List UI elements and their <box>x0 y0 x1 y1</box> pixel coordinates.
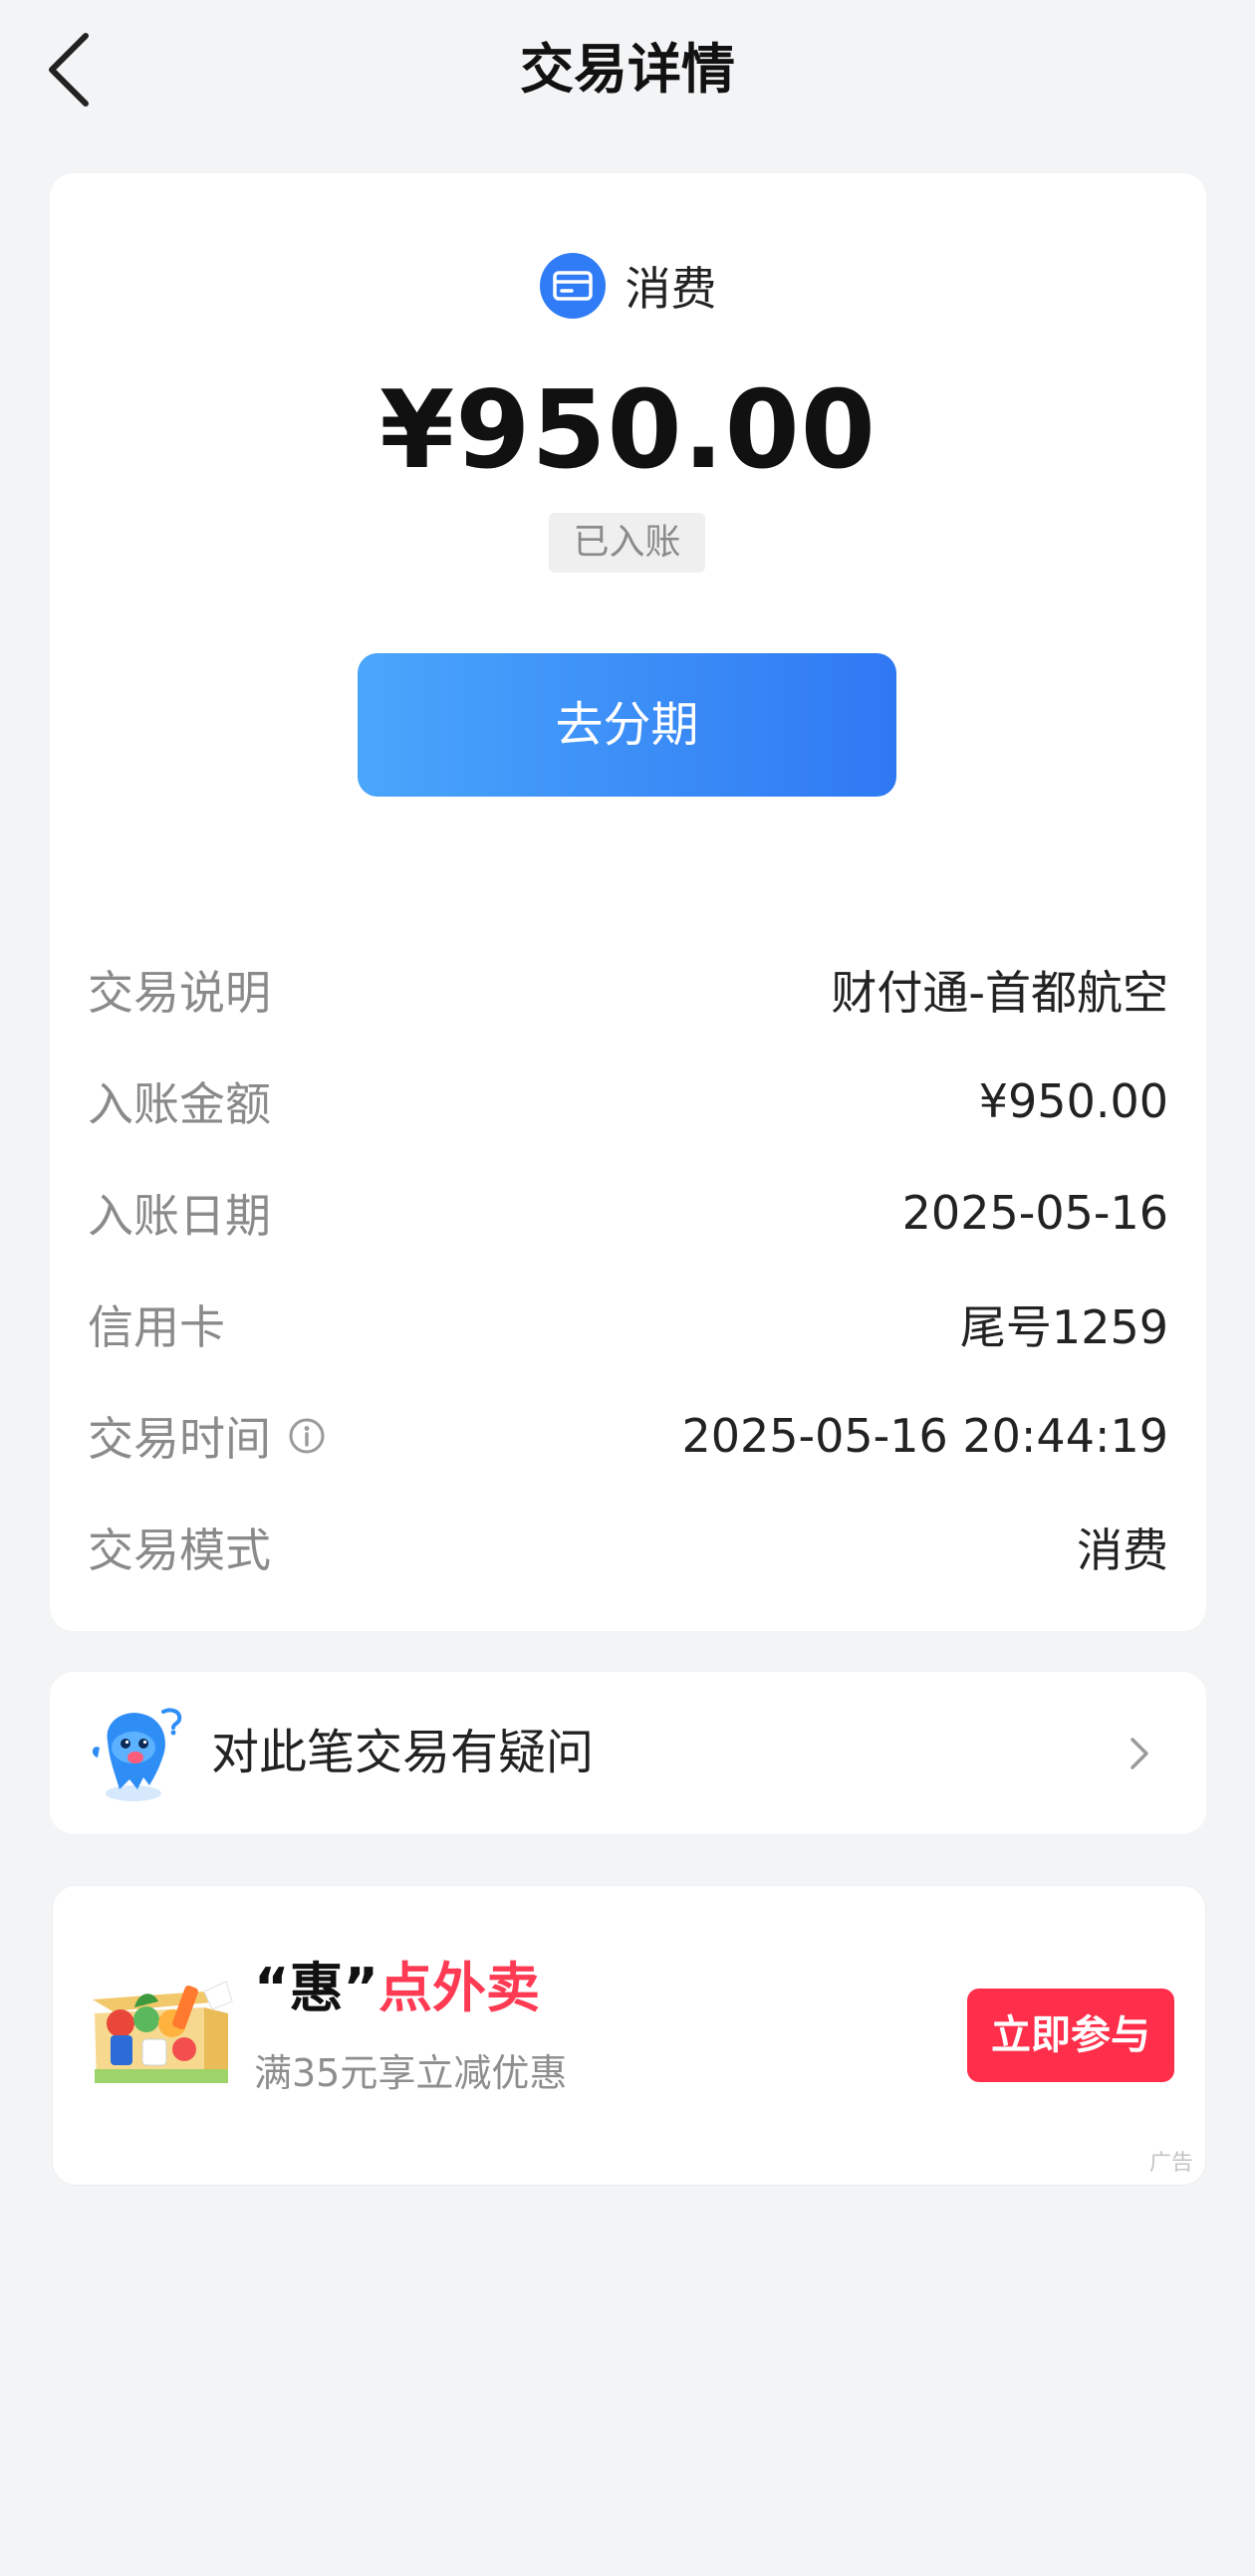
transaction-type: 消费 <box>50 251 1206 321</box>
detail-label: 入账金额 <box>88 1077 271 1131</box>
promo-subtitle: 满35元享立减优惠 <box>254 2051 568 2095</box>
detail-row-transaction-time: 交易时间 2025-05-16 20:44:19 <box>88 1396 1168 1476</box>
transaction-amount: ¥950.00 <box>379 368 877 493</box>
dispute-text: 对此笔交易有疑问 <box>211 1725 595 1780</box>
detail-value: 财付通-首都航空 <box>831 966 1168 1020</box>
ad-label: 广告 <box>1148 2151 1193 2176</box>
detail-label-with-info: 交易时间 <box>88 1403 327 1469</box>
detail-label: 信用卡 <box>88 1300 225 1354</box>
detail-label: 交易说明 <box>88 966 271 1020</box>
credit-card-icon <box>539 253 606 319</box>
installment-button[interactable]: 去分期 <box>358 653 896 797</box>
chevron-right-icon <box>1130 1738 1148 1769</box>
mascot-icon <box>92 1708 182 1801</box>
detail-value: 消费 <box>1077 1523 1168 1577</box>
top-bar: 交易详情 <box>0 0 1255 139</box>
grocery-box-image <box>93 1981 233 2083</box>
join-now-button[interactable]: 立即参与 <box>967 1989 1174 2082</box>
status-badge: 已入账 <box>549 513 705 573</box>
transaction-type-label: 消费 <box>625 262 717 316</box>
info-icon[interactable] <box>287 1416 327 1456</box>
transaction-card: 消费 ¥950.00 已入账 去分期 交易说明 财付通-首都航空 入账金额 ¥9… <box>50 173 1206 1631</box>
detail-row-posted-date: 入账日期 2025-05-16 <box>88 1173 1168 1253</box>
detail-value: 尾号1259 <box>959 1300 1168 1354</box>
detail-row-description: 交易说明 财付通-首都航空 <box>88 950 1168 1030</box>
detail-value: 2025-05-16 20:44:19 <box>681 1409 1168 1463</box>
detail-row-posted-amount: 入账金额 ¥950.00 <box>88 1061 1168 1141</box>
promo-title-highlight: 点外卖 <box>377 1957 540 2019</box>
detail-value: ¥950.00 <box>978 1074 1168 1128</box>
promo-title-prefix: “惠” <box>254 1957 378 2019</box>
detail-row-mode: 交易模式 消费 <box>88 1508 1168 1587</box>
detail-value: 2025-05-16 <box>901 1186 1168 1240</box>
detail-label: 交易时间 <box>88 1412 271 1466</box>
dispute-entry[interactable]: 对此笔交易有疑问 <box>50 1672 1206 1834</box>
page-title: 交易详情 <box>520 38 735 101</box>
detail-label: 入账日期 <box>88 1189 271 1243</box>
detail-row-card: 信用卡 尾号1259 <box>88 1285 1168 1364</box>
promo-banner[interactable]: “惠”点外卖 满35元享立减优惠 立即参与 广告 <box>52 1885 1206 2186</box>
detail-label: 交易模式 <box>88 1523 271 1577</box>
promo-title: “惠”点外卖 <box>254 1954 540 2023</box>
